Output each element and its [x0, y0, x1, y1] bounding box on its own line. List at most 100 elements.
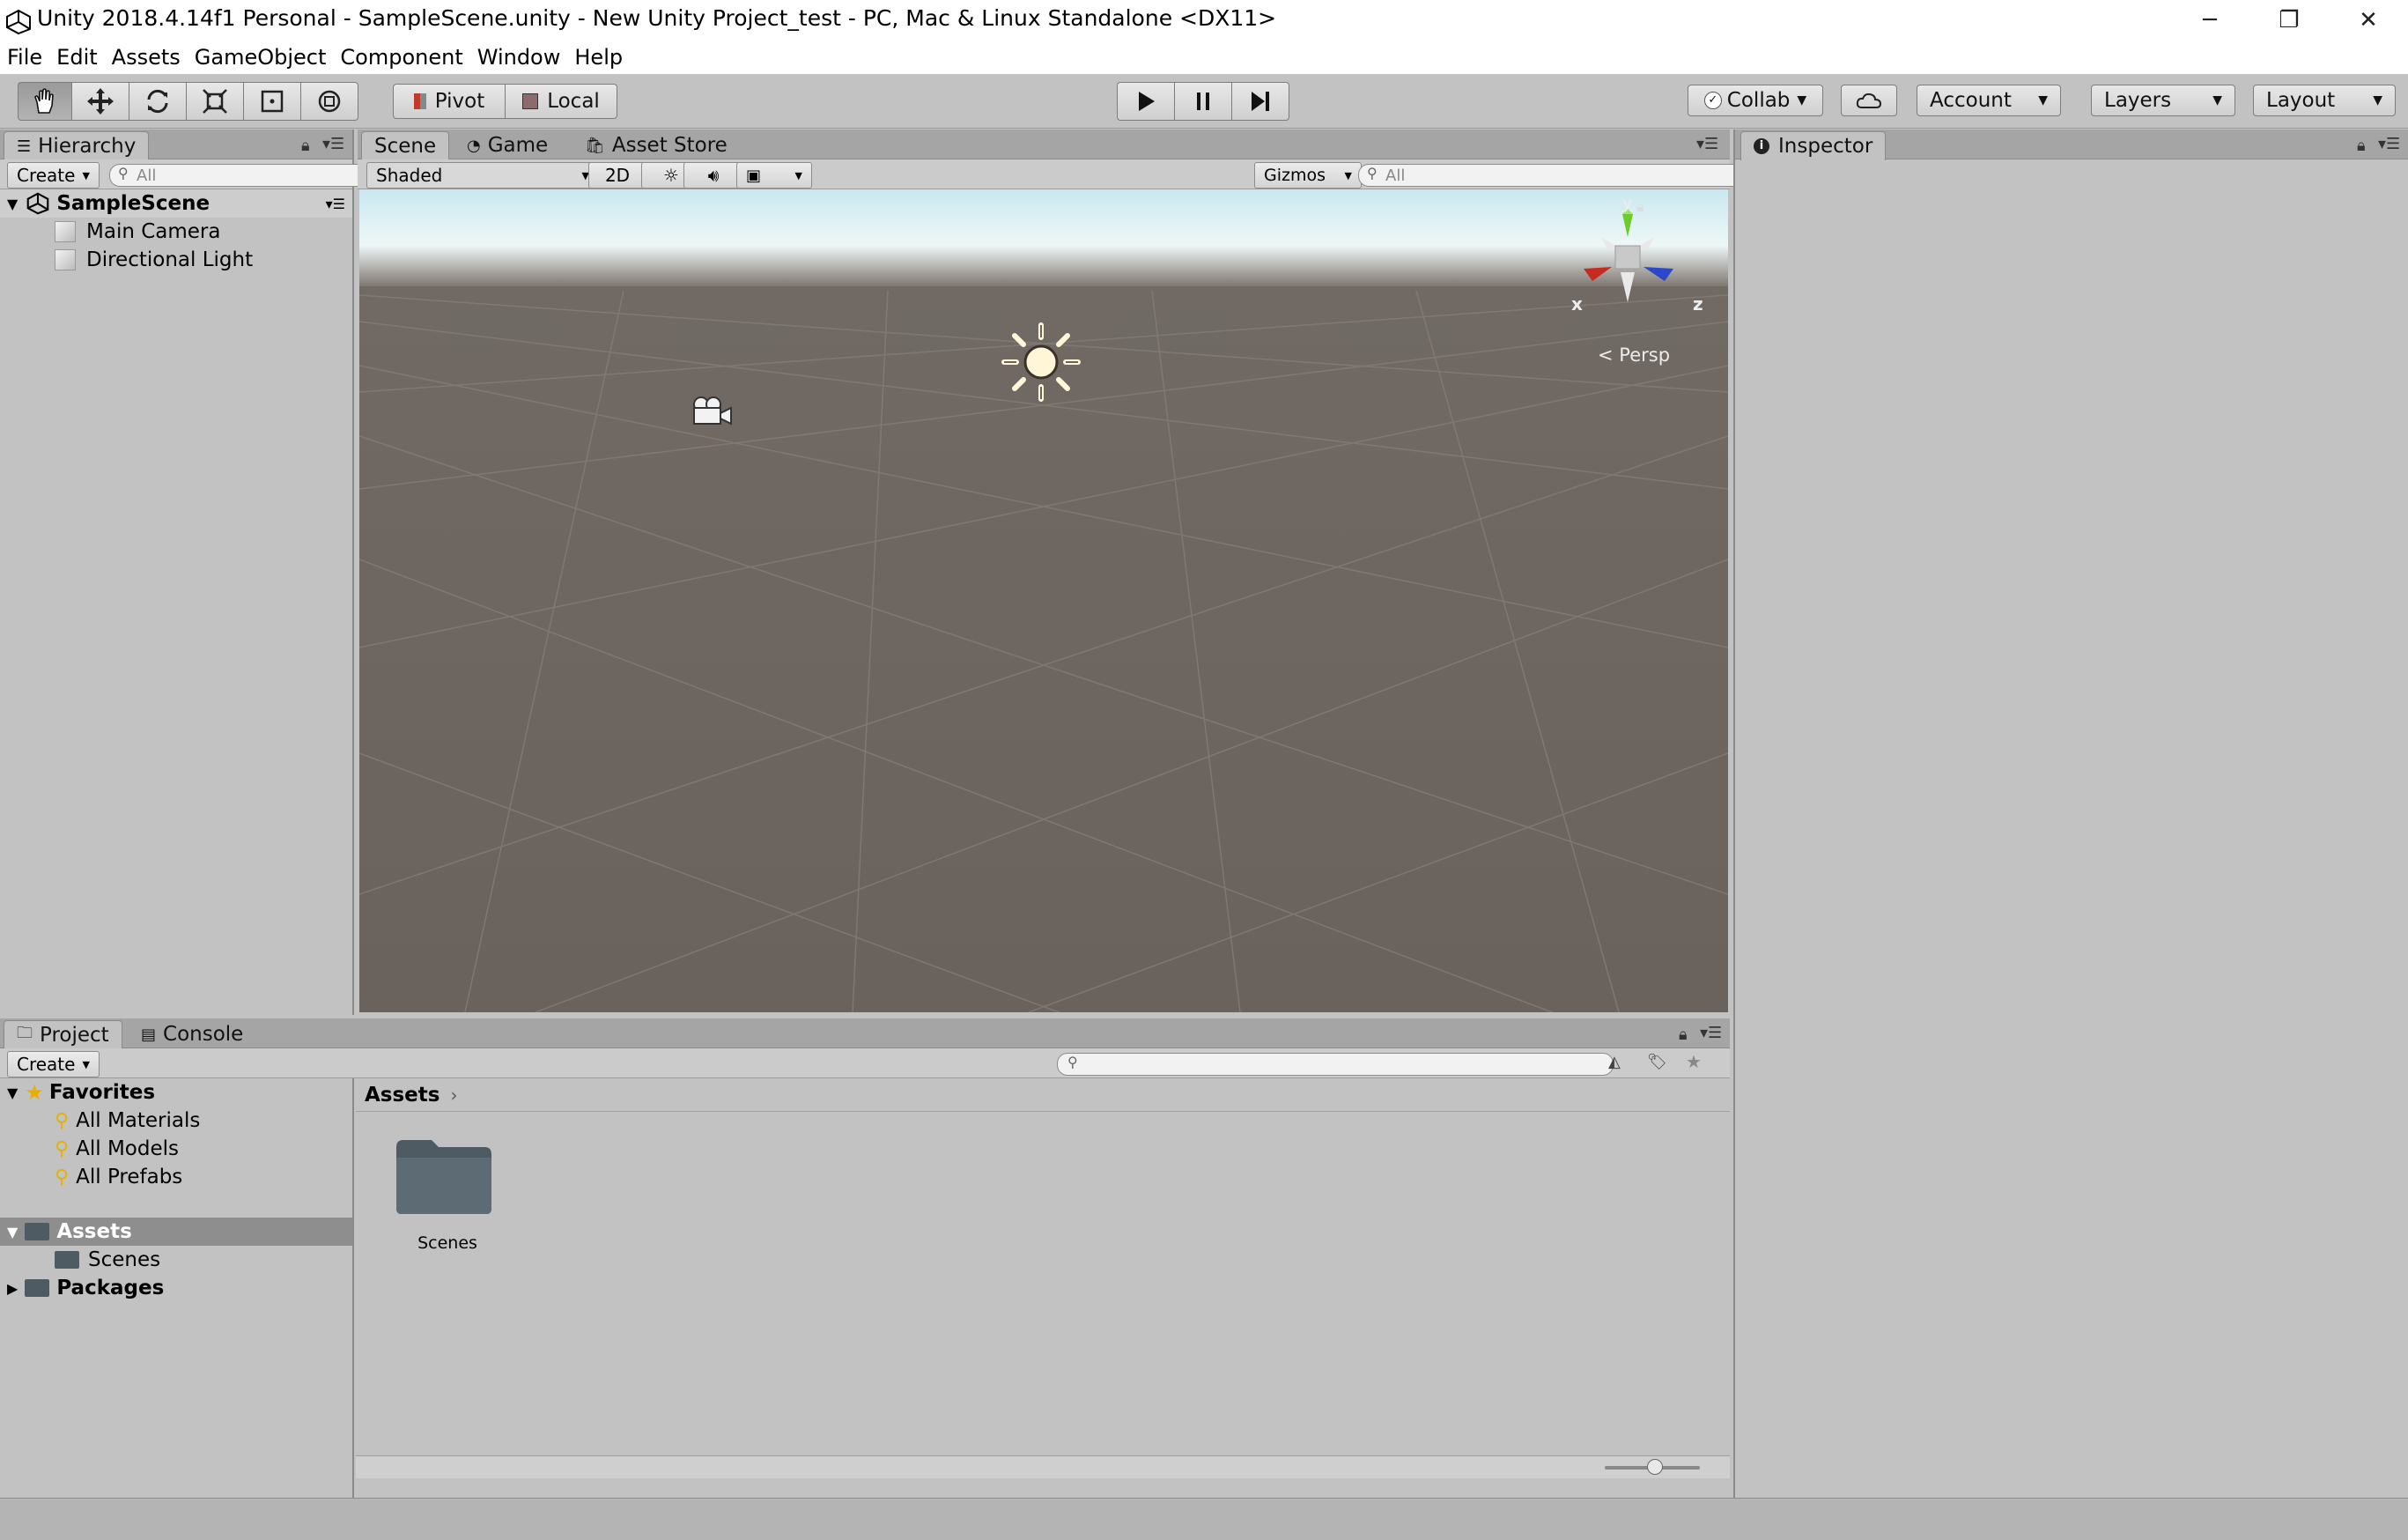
tab-project[interactable]: 🗀 Project [4, 1020, 122, 1049]
asset-folder-scenes[interactable]: Scenes [386, 1135, 509, 1267]
audio-toggle[interactable]: 🔊︎ [683, 162, 743, 189]
tab-asset-store-label: Asset Store [611, 134, 728, 157]
hand-tool-button[interactable] [18, 82, 71, 121]
expand-arrow-icon[interactable]: ▶ [7, 1280, 18, 1297]
collab-dropdown[interactable]: ✓ Collab ▼ [1688, 85, 1823, 116]
expand-arrow-icon[interactable]: ▼ [7, 1085, 18, 1101]
layout-label: Layout [2266, 89, 2336, 112]
layout-dropdown[interactable]: Layout ▼ [2253, 85, 2396, 116]
folder-icon [55, 1251, 79, 1269]
chevron-down-icon: ▼ [794, 169, 802, 181]
scene-menu-icon[interactable]: ▾☰ [326, 196, 345, 212]
expand-arrow-icon[interactable]: ▼ [7, 196, 18, 212]
scenes-folder-row[interactable]: Scenes [0, 1246, 160, 1274]
tab-hierarchy[interactable]: ☰ Hierarchy [4, 131, 150, 160]
chevron-down-icon: ▼ [2212, 93, 2222, 107]
move-tool-button[interactable] [71, 82, 129, 121]
2d-toggle[interactable]: 2D [588, 162, 646, 189]
project-panel: 🗀 Project ▤ Console 🔒︎ ▾☰ Create ▼ ⚲ ◭ 🏷… [0, 1018, 1730, 1498]
project-search-input[interactable] [1057, 1053, 1614, 1076]
gameobject-cube-icon [55, 249, 76, 270]
game-pacman-icon: ◔ [467, 136, 481, 155]
gizmo-lock-icon[interactable]: 🔒︎ [1636, 198, 1644, 216]
assets-label: Assets [56, 1220, 132, 1243]
projection-toggle[interactable]: < Persp [1598, 344, 1670, 366]
camera-gizmo-icon [693, 396, 732, 426]
lock-icon[interactable]: 🔒︎ [2357, 137, 2366, 155]
panel-menu-icon[interactable]: ▾☰ [1696, 135, 1718, 153]
filter-by-type-icon[interactable]: ◭ [1608, 1053, 1621, 1071]
orientation-gizmo[interactable] [1557, 196, 1698, 337]
close-button[interactable]: ✕ [2329, 0, 2408, 41]
favorites-row[interactable]: ▼ ★ Favorites [0, 1078, 155, 1107]
2d-label: 2D [604, 165, 631, 186]
panel-menu-icon[interactable]: ▾☰ [1700, 1024, 1722, 1042]
step-button[interactable] [1231, 82, 1289, 121]
project-create-button[interactable]: Create ▼ [7, 1051, 100, 1077]
scale-tool-button[interactable] [186, 82, 243, 121]
maximize-button[interactable]: ❐ [2249, 0, 2329, 41]
play-button[interactable] [1117, 82, 1174, 121]
rect-tool-button[interactable] [243, 82, 300, 121]
window-title: Unity 2018.4.14f1 Personal - SampleScene… [37, 5, 1277, 31]
transform-tool-button[interactable] [300, 82, 358, 121]
favorite-star-icon[interactable]: ★ [1686, 1051, 1702, 1072]
assets-folder-row[interactable]: ▼ Assets [0, 1218, 352, 1246]
effects-dropdown[interactable]: ▣ ▼ [736, 162, 812, 189]
hierarchy-create-button[interactable]: Create ▼ [7, 162, 100, 189]
breadcrumb-assets[interactable]: Assets [365, 1084, 439, 1107]
cloud-button[interactable] [1841, 85, 1897, 116]
tab-game[interactable]: ◔ Game [454, 131, 560, 159]
layers-dropdown[interactable]: Layers ▼ [2091, 85, 2235, 116]
pause-button[interactable] [1174, 82, 1231, 121]
gizmos-dropdown[interactable]: Gizmos ▼ [1254, 162, 1362, 189]
panel-menu-icon[interactable]: ▾☰ [2378, 135, 2400, 153]
menu-edit[interactable]: Edit [56, 45, 97, 70]
favorite-item-all-materials[interactable]: ⚲ All Materials [0, 1107, 200, 1135]
favorite-item-all-models[interactable]: ⚲ All Models [0, 1135, 179, 1163]
menu-gameobject[interactable]: GameObject [195, 45, 327, 70]
rotate-tool-button[interactable] [129, 82, 186, 121]
expand-arrow-icon[interactable]: ▼ [7, 1224, 18, 1240]
lock-icon[interactable]: 🔒︎ [1679, 1025, 1688, 1044]
hierarchy-search-input[interactable]: All [109, 164, 368, 187]
hierarchy-item-main-camera[interactable]: Main Camera [0, 218, 220, 246]
scene-tabstrip: Scene ◔ Game 🛍︎ Asset Store ▾☰ [358, 130, 1730, 160]
menu-component[interactable]: Component [340, 45, 462, 70]
folder-label: Scenes [88, 1248, 161, 1271]
local-toggle[interactable]: Local [505, 84, 617, 119]
favorite-item-all-prefabs[interactable]: ⚲ All Prefabs [0, 1163, 182, 1191]
menu-window[interactable]: Window [477, 45, 561, 70]
search-icon: ⚲ [118, 165, 129, 181]
lock-icon[interactable]: 🔒︎ [301, 137, 310, 155]
folder-icon: 🗀 [17, 1024, 33, 1042]
scene-viewport[interactable]: 🔒︎ y x z < Persp [359, 189, 1728, 1012]
tab-asset-store[interactable]: 🛍︎ Asset Store [572, 131, 740, 159]
minimize-button[interactable]: ─ [2170, 0, 2249, 41]
rect-tool-icon [261, 90, 284, 113]
account-dropdown[interactable]: Account ▼ [1917, 85, 2061, 116]
title-bar: Unity 2018.4.14f1 Personal - SampleScene… [0, 0, 2408, 41]
create-label: Create [17, 1054, 76, 1075]
menu-help[interactable]: Help [574, 45, 623, 70]
filter-by-label-icon[interactable]: 🏷︎ [1647, 1053, 1667, 1071]
pivot-toggle[interactable]: Pivot [393, 84, 505, 119]
favorite-item-label: All Prefabs [76, 1166, 183, 1188]
tab-console[interactable]: ▤ Console [129, 1020, 255, 1048]
local-label: Local [547, 90, 600, 113]
tab-scene[interactable]: Scene [361, 131, 450, 160]
packages-folder-row[interactable]: ▶ Packages [0, 1274, 164, 1302]
panel-menu-icon[interactable]: ▾☰ [322, 135, 344, 153]
status-bar [0, 1498, 2408, 1540]
menu-assets[interactable]: Assets [112, 45, 181, 70]
scene-search-input[interactable]: All [1358, 164, 1746, 187]
scene-root-row[interactable]: ▼ SampleScene ▾☰ [0, 189, 352, 218]
shading-mode-dropdown[interactable]: Shaded ▼ [366, 162, 599, 189]
menu-file[interactable]: File [7, 45, 42, 70]
hierarchy-item-directional-light[interactable]: Directional Light [0, 246, 253, 274]
project-folder-tree: ▼ ★ Favorites ⚲ All Materials ⚲ All Mode… [0, 1078, 354, 1498]
tab-inspector[interactable]: i Inspector [1740, 131, 1887, 160]
icon-size-slider-thumb[interactable] [1647, 1459, 1663, 1475]
chevron-right-icon: › [450, 1084, 458, 1106]
hierarchy-item-label: Directional Light [86, 248, 254, 271]
